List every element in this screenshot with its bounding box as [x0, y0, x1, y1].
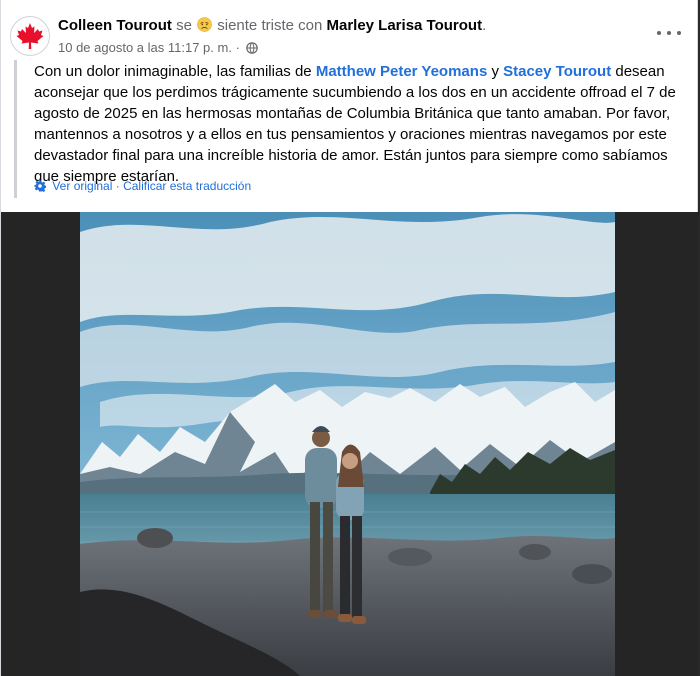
translation-links: Ver original · Calificar esta traducción [34, 179, 251, 193]
mention-stacey[interactable]: Stacey Tourout [503, 63, 611, 80]
feeling-prefix: se [176, 17, 192, 34]
facebook-post: Colleen Tourout se siente triste con Mar… [0, 0, 699, 676]
post-photo[interactable] [80, 212, 615, 676]
translated-post-body: Con un dolor inimaginable, las familias … [14, 60, 684, 198]
tagged-suffix: . [482, 17, 487, 34]
maple-leaf-icon [16, 23, 44, 49]
more-dot [677, 31, 681, 35]
translation-separator: · [115, 179, 120, 193]
view-original-link[interactable]: Ver original [52, 179, 112, 193]
post-text-part-3: desean aconsejar que los perdimos trágic… [34, 63, 676, 185]
globe-icon[interactable] [245, 42, 258, 54]
post-text-part-2: y [487, 63, 504, 80]
more-dot [667, 31, 671, 35]
gear-icon [34, 180, 47, 192]
mention-matthew[interactable]: Matthew Peter Yeomans [316, 63, 487, 80]
post-meta: 10 de agosto a las 11:17 p. m. · [58, 40, 258, 55]
meta-separator: · [235, 40, 240, 55]
post-timestamp[interactable]: 10 de agosto a las 11:17 p. m. [58, 40, 232, 55]
photo-container [1, 212, 699, 676]
more-dot [657, 31, 661, 35]
feeling-text: siente triste con [217, 17, 323, 34]
tagged-name[interactable]: Marley Larisa Tourout [326, 17, 482, 34]
post-author-line: Colleen Tourout se siente triste con Mar… [58, 17, 486, 34]
sad-face-icon [197, 17, 212, 32]
post-text-part-1: Con un dolor inimaginable, las familias … [34, 63, 316, 80]
profile-avatar[interactable] [10, 16, 50, 56]
rate-translation-link[interactable]: Calificar esta traducción [123, 179, 251, 193]
post-text: Con un dolor inimaginable, las familias … [34, 61, 694, 187]
post-header: Colleen Tourout se siente triste con Mar… [1, 0, 697, 62]
author-name[interactable]: Colleen Tourout [58, 17, 172, 34]
more-options-button[interactable] [655, 22, 683, 42]
